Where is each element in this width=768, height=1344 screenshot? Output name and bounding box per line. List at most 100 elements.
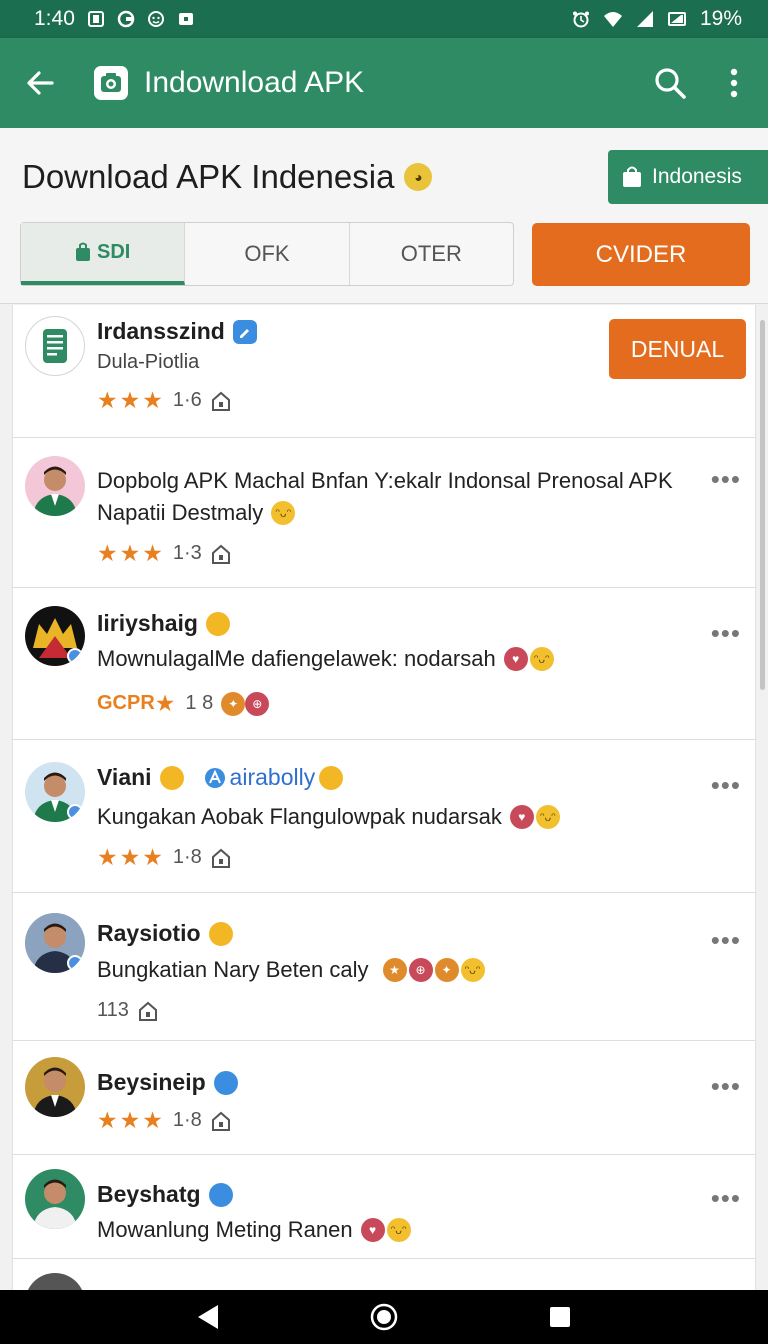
gold-badge-icon [159, 765, 184, 790]
scrollbar[interactable] [760, 320, 765, 690]
post-text: Dopbolg APK Machal Bnfan Y:ekalr Indonsa… [97, 468, 673, 493]
post-text-content: Bungkatian Nary Beten caly [97, 957, 369, 982]
reaction-icon: ⊕ [408, 958, 433, 982]
wifi-icon [603, 10, 622, 28]
download-button[interactable]: DENUAL [609, 319, 746, 379]
country-button[interactable]: Indonesis [608, 150, 768, 204]
star-rating-icon: ★★★ [97, 387, 165, 413]
avatar [25, 456, 85, 516]
post-text-content: Kungakan Aobak Flangulowpak nudarsak [97, 804, 502, 829]
nav-recents-button[interactable] [540, 1297, 580, 1337]
post-meta: ★★★ 1·8 [97, 1107, 232, 1134]
tab-ofk[interactable]: OFK [185, 223, 350, 285]
user-name-text: Viani [97, 764, 152, 790]
home-icon [138, 1001, 157, 1021]
back-button[interactable] [0, 38, 80, 128]
provider-button[interactable]: CVIDER [532, 223, 750, 286]
smile-emoji-icon: ᵔᴗᵔ [529, 647, 554, 671]
page-title-text: Download APK Indenesia [22, 158, 395, 195]
shopping-bag-icon [623, 166, 641, 187]
verified-icon [208, 1182, 233, 1207]
notification-icon [87, 10, 105, 28]
post-meta: ★★★ 1·3 [97, 540, 232, 567]
star-rating-icon: ★★★ [97, 540, 165, 566]
apk-list[interactable]: Irdansszind Dula-Piotlia ★★★ 1·6 DENUAL … [12, 305, 756, 1290]
country-label: Indonesis [652, 165, 742, 188]
search-button[interactable] [640, 53, 700, 113]
more-options-button[interactable]: ••• [711, 1071, 741, 1102]
user-name: Beyshatg [97, 1181, 233, 1208]
post-text-line2-text: Napatii Destmaly [97, 500, 264, 525]
more-vert-icon [730, 68, 738, 98]
app-logo-icon [94, 66, 128, 100]
star-rating-icon: ★★★ [97, 1107, 165, 1133]
post-meta: 113 [97, 999, 159, 1022]
reaction-icon: ⊕ [245, 691, 270, 716]
avatar [25, 1057, 85, 1117]
flag-emoji-icon: ◕ [404, 163, 433, 191]
list-item[interactable]: Iiriyshaig MownulagalMe dafiengelawek: n… [13, 588, 755, 740]
overflow-menu-button[interactable] [700, 53, 768, 113]
media-icon [177, 10, 195, 28]
list-item[interactable]: Beysineip ★★★ 1·8 ••• [13, 1041, 755, 1155]
battery-percent: 19% [699, 7, 742, 30]
tab-oter[interactable]: OTER [350, 223, 513, 285]
user-name-text: Beyshatg [97, 1181, 201, 1207]
heart-emoji-icon: ♥ [503, 647, 528, 671]
more-options-button[interactable]: ••• [711, 464, 741, 495]
square-recents-icon [550, 1307, 570, 1327]
app-icon [25, 316, 85, 376]
post-meta: GCPR ★ 1 8 ✦ ⊕ [97, 690, 270, 717]
reaction-icon: ✦ [434, 958, 459, 982]
verified-icon [232, 319, 257, 344]
rating-value: 1·3 [172, 542, 202, 564]
list-item[interactable]: Beyshatg Mowanlung Meting Ranen ♥ ᵔᴗᵔ ••… [13, 1155, 755, 1259]
home-icon [211, 391, 230, 411]
app-meta: ★★★ 1·6 [97, 387, 232, 414]
avatar [25, 1169, 85, 1229]
app-name-text: Irdansszind [97, 318, 225, 344]
rating-value: 1·8 [172, 846, 202, 868]
home-icon [211, 848, 230, 868]
rating-value: 1 8 [185, 692, 214, 714]
user-name-text: Beysineip [97, 1069, 206, 1095]
bag-icon [75, 242, 90, 261]
smile-emoji-icon: ᵔᴗᵔ [271, 501, 296, 525]
post-meta: ★★★ 1·8 [97, 844, 232, 871]
list-item[interactable]: Irdansszind Dula-Piotlia ★★★ 1·6 DENUAL [13, 305, 755, 438]
rating-value: 1·6 [172, 389, 202, 411]
user-name-text: Raysiotio [97, 920, 201, 946]
list-item[interactable]: Viani airabolly Kungakan Aobak Flangulow… [13, 740, 755, 893]
list-item[interactable] [13, 1259, 755, 1290]
app-subtitle: Dula-Piotlia [97, 351, 200, 373]
app-bar: Indownload APK [0, 38, 768, 128]
page-title: Download APK Indenesia ◕ [22, 158, 433, 196]
verified-icon [213, 1070, 238, 1095]
avatar [25, 913, 85, 973]
online-badge-icon [67, 648, 83, 664]
linked-account-text: airabolly [229, 764, 316, 790]
gold-badge-icon [319, 765, 344, 790]
smile-emoji-icon: ᵔᴗᵔ [535, 805, 560, 829]
avatar [25, 1273, 85, 1290]
list-item[interactable]: Dopbolg APK Machal Bnfan Y:ekalr Indonsa… [13, 438, 755, 588]
more-options-button[interactable]: ••• [711, 618, 741, 649]
smile-emoji-icon: ᵔᴗᵔ [460, 958, 485, 982]
more-options-button[interactable]: ••• [711, 925, 741, 956]
nav-back-button[interactable] [188, 1297, 228, 1337]
post-text: Mowanlung Meting Ranen ♥ ᵔᴗᵔ [97, 1217, 411, 1243]
more-options-button[interactable]: ••• [711, 1183, 741, 1214]
triangle-back-icon [198, 1305, 218, 1329]
rating-value: 113 [97, 999, 129, 1021]
nav-home-button[interactable] [364, 1297, 404, 1337]
avatar [25, 762, 85, 822]
more-options-button[interactable]: ••• [711, 770, 741, 801]
linked-account[interactable]: airabolly [204, 764, 344, 791]
list-item[interactable]: Raysiotio Bungkatian Nary Beten caly ★ ⊕… [13, 893, 755, 1041]
post-text: Kungakan Aobak Flangulowpak nudarsak ♥ ᵔ… [97, 804, 560, 830]
tab-bar: SDI OFK OTER [20, 222, 514, 286]
star-icon: ★ [154, 690, 178, 716]
tab-sdi[interactable]: SDI [21, 223, 186, 285]
online-badge-icon [67, 955, 83, 971]
app-name: Irdansszind [97, 318, 257, 345]
